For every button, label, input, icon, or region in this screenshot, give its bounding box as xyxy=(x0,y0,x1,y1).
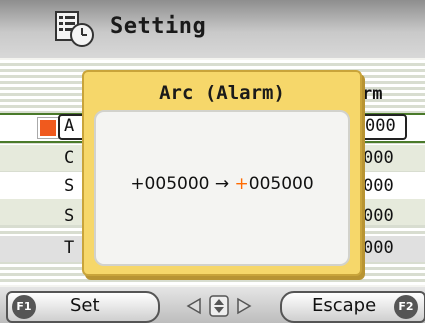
set-button[interactable]: F1 Set xyxy=(6,291,160,323)
row-right-cell: 000 xyxy=(363,148,394,168)
alarm-dialog: Arc (Alarm) +005000 → +005000 xyxy=(82,70,362,276)
settings-clock-icon xyxy=(55,11,94,47)
row-right-cell: 000 xyxy=(363,176,394,196)
dialog-title: Arc (Alarm) xyxy=(159,82,285,104)
navigation-arrows-icon xyxy=(186,295,252,317)
arrow-icon: → xyxy=(214,174,230,194)
to-sign: + xyxy=(234,174,249,194)
row-right-cell: 000 xyxy=(363,206,394,226)
selection-marker-icon xyxy=(37,117,59,139)
dialog-body: +005000 → +005000 xyxy=(94,110,350,266)
to-value: 005000 xyxy=(248,174,314,194)
header-bar: Setting xyxy=(0,0,425,58)
escape-button[interactable]: Escape F2 xyxy=(280,291,425,323)
list-column-header: rm xyxy=(362,84,383,104)
value-change-text: +005000 → +005000 xyxy=(96,174,348,194)
page-title: Setting xyxy=(110,14,207,39)
row-right-cell: 000 xyxy=(360,114,407,140)
from-value: +005000 xyxy=(130,174,210,194)
escape-button-label: Escape xyxy=(312,295,377,316)
row-right-cell: 000 xyxy=(363,238,394,258)
f1-key-badge: F1 xyxy=(12,295,36,319)
f2-key-badge: F2 xyxy=(394,295,418,319)
set-button-label: Set xyxy=(70,295,100,316)
screen: Setting rm A C S S T 000 000 000 000 000… xyxy=(0,0,425,323)
